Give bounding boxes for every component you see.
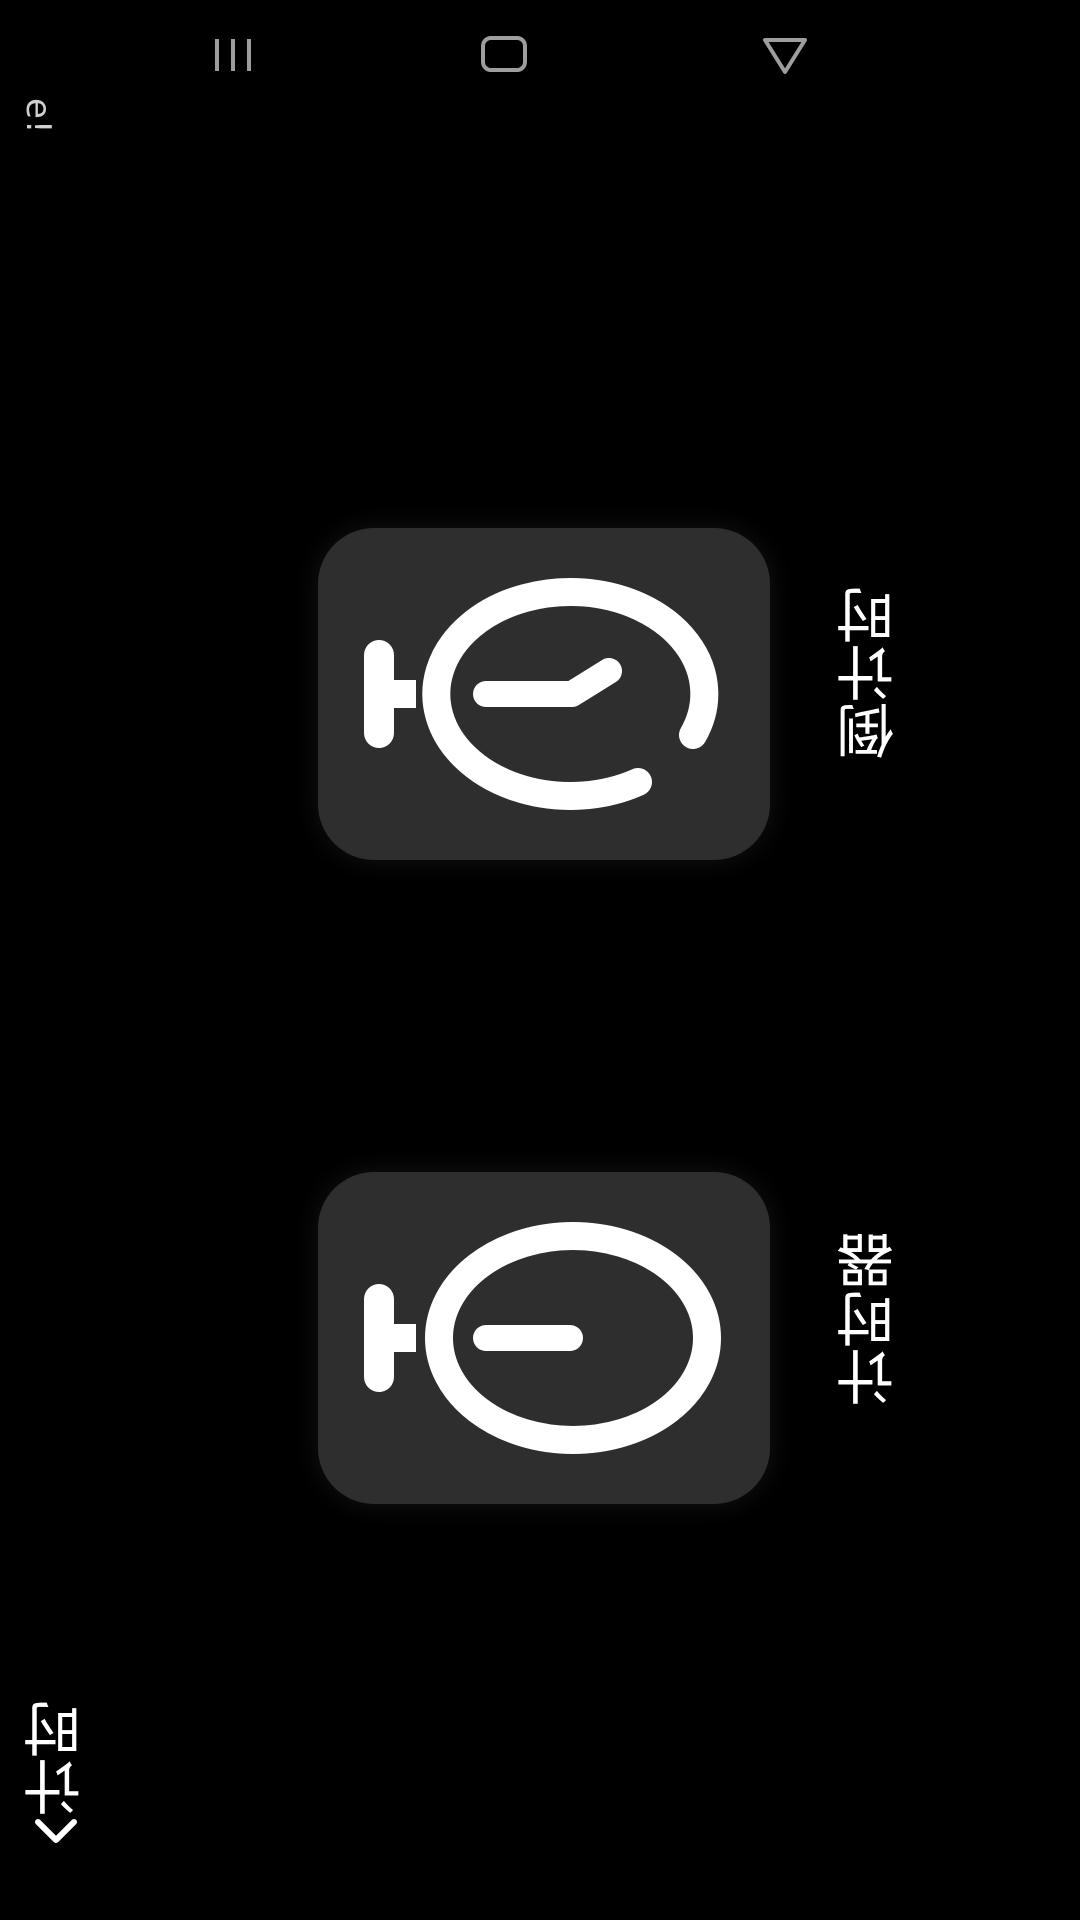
recents-button[interactable] (182, 20, 272, 90)
stopwatch-tile[interactable] (318, 1172, 770, 1504)
recents-icon (215, 39, 251, 71)
back-triangle-icon (763, 38, 807, 74)
countdown-tile[interactable] (318, 528, 770, 860)
stopwatch-icon (364, 1222, 721, 1454)
back-button[interactable] (740, 20, 830, 90)
countdown-label: 倒计时 (836, 586, 904, 760)
home-button[interactable] (460, 20, 550, 90)
system-nav-bar (0, 0, 1080, 110)
stopwatch-label: 计时器 (836, 1232, 904, 1406)
home-icon (481, 36, 527, 72)
page-title: 计时 (23, 1700, 91, 1816)
status-text: e! (18, 98, 58, 135)
countdown-timer-icon (364, 577, 719, 810)
chevron-down-icon[interactable] (30, 1812, 82, 1852)
